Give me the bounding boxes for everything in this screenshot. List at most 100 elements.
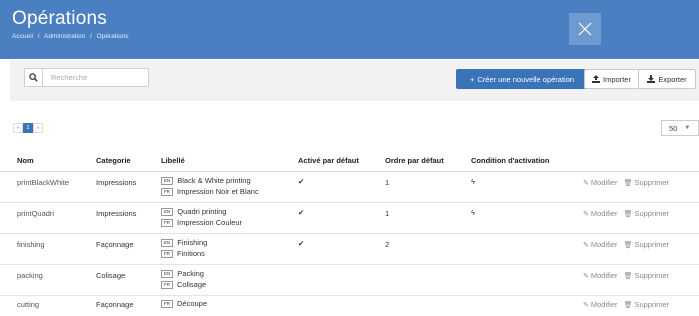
- delete-button[interactable]: 🗑 Supprimer: [624, 271, 670, 280]
- pagination-prev[interactable]: «: [13, 123, 23, 133]
- page-size-select[interactable]: 50 ▼: [661, 120, 699, 136]
- edit-label: Modifier: [590, 240, 618, 249]
- breadcrumb-current: Opérations: [96, 33, 129, 40]
- lang-badge-fr: FR: [161, 280, 173, 289]
- cell-category: Façonnage: [96, 300, 134, 309]
- label-fr: Impression Couleur: [177, 218, 243, 227]
- check-icon: ✔: [298, 208, 305, 217]
- cell-label: FR Découpe: [161, 299, 207, 310]
- lang-badge-fr: FR: [161, 299, 173, 308]
- column-header-label[interactable]: Libellé: [161, 156, 185, 165]
- search-icon[interactable]: [25, 69, 43, 86]
- export-button[interactable]: Exporter: [638, 69, 696, 89]
- create-operation-button[interactable]: + Créer une nouvelle opération: [456, 69, 588, 89]
- check-icon: ✔: [298, 239, 305, 248]
- pagination-next[interactable]: »: [33, 123, 43, 133]
- cell-label: EN Finishing FR Finitions: [161, 238, 207, 260]
- cell-order: 1: [385, 178, 390, 187]
- trash-icon: 🗑: [623, 242, 633, 249]
- cell-name: finishing: [17, 240, 45, 249]
- column-header-condition[interactable]: Condition d'activation: [471, 156, 549, 165]
- pencil-icon: ✎: [583, 242, 589, 249]
- delete-label: Supprimer: [634, 240, 670, 249]
- delete-button[interactable]: 🗑 Supprimer: [624, 300, 670, 309]
- edit-button[interactable]: ✎ Modifier: [583, 271, 618, 280]
- delete-button[interactable]: 🗑 Supprimer: [624, 209, 670, 218]
- lang-badge-fr: FR: [161, 187, 173, 196]
- lang-badge-en: EN: [161, 269, 174, 278]
- breadcrumb-admin[interactable]: Administration: [44, 33, 85, 40]
- upload-icon: [592, 75, 601, 83]
- import-label: Importer: [603, 74, 631, 84]
- cell-label: EN Black & White printing FR Impression No…: [161, 176, 259, 198]
- import-button[interactable]: Importer: [584, 69, 639, 89]
- delete-label: Supprimer: [634, 300, 670, 309]
- row-actions: ✎ Modifier 🗑 Supprimer: [583, 209, 669, 218]
- edit-button[interactable]: ✎ Modifier: [583, 240, 618, 249]
- close-icon: [578, 22, 592, 36]
- label-fr: Finitions: [177, 249, 205, 258]
- pagination-page[interactable]: 1: [23, 123, 33, 133]
- cell-order: 1: [385, 209, 390, 218]
- label-fr: Impression Noir et Blanc: [177, 187, 259, 196]
- delete-button[interactable]: 🗑 Supprimer: [624, 178, 670, 187]
- table-row: cutting Façonnage FR Découpe ✎ Modifier 🗑 S…: [0, 296, 699, 316]
- column-header-category[interactable]: Categorie: [96, 156, 131, 165]
- delete-button[interactable]: 🗑 Supprimer: [624, 240, 670, 249]
- lang-badge-en: EN: [161, 176, 174, 185]
- lang-badge-en: EN: [161, 207, 174, 216]
- breadcrumb-home[interactable]: Accueil: [12, 33, 33, 40]
- table-row: printBlackWhite Impressions EN Black & Wh…: [0, 172, 699, 203]
- search-input[interactable]: Recherche: [51, 73, 87, 82]
- bolt-icon: ϟ: [471, 177, 475, 186]
- breadcrumb: Accueil / Administration / Opérations: [12, 33, 131, 40]
- edit-button[interactable]: ✎ Modifier: [583, 209, 618, 218]
- delete-label: Supprimer: [634, 271, 670, 280]
- table-row: printQuadri Impressions EN Quadri printin…: [0, 203, 699, 234]
- operations-table: Nom Categorie Libellé Activé par défaut …: [0, 150, 699, 316]
- column-header-name[interactable]: Nom: [17, 156, 34, 165]
- column-header-active[interactable]: Activé par défaut: [298, 156, 359, 165]
- cell-category: Impressions: [96, 209, 137, 218]
- row-actions: ✎ Modifier 🗑 Supprimer: [583, 300, 669, 309]
- label-en: Finishing: [177, 238, 208, 247]
- delete-label: Supprimer: [634, 178, 670, 187]
- close-button[interactable]: [569, 13, 601, 45]
- label-fr: Découpe: [177, 299, 208, 308]
- edit-label: Modifier: [590, 178, 618, 187]
- export-label: Exporter: [658, 74, 687, 84]
- delete-label: Supprimer: [634, 209, 670, 218]
- trash-icon: 🗑: [623, 302, 633, 309]
- lang-badge-fr: FR: [161, 218, 173, 227]
- create-operation-label: Créer une nouvelle opération: [477, 74, 575, 84]
- table-row: finishing Façonnage EN Finishing FR Finiti…: [0, 234, 699, 265]
- label-fr: Colisage: [177, 280, 207, 289]
- download-icon: [647, 75, 656, 83]
- edit-button[interactable]: ✎ Modifier: [583, 300, 618, 309]
- plus-icon: +: [469, 74, 475, 84]
- row-actions: ✎ Modifier 🗑 Supprimer: [583, 178, 669, 187]
- cell-label: EN Quadri printing FR Impression Couleur: [161, 207, 242, 229]
- pencil-icon: ✎: [583, 273, 589, 280]
- cell-label: EN Packing FR Colisage: [161, 269, 206, 291]
- trash-icon: 🗑: [623, 273, 633, 280]
- lang-badge-fr: FR: [161, 249, 173, 258]
- edit-label: Modifier: [590, 300, 618, 309]
- edit-label: Modifier: [590, 271, 618, 280]
- row-actions: ✎ Modifier 🗑 Supprimer: [583, 271, 669, 280]
- cell-category: Impressions: [96, 178, 137, 187]
- column-header-order[interactable]: Ordre par défaut: [385, 156, 444, 165]
- lang-badge-en: EN: [161, 238, 174, 247]
- edit-button[interactable]: ✎ Modifier: [583, 178, 618, 187]
- breadcrumb-separator: /: [90, 33, 92, 40]
- row-actions: ✎ Modifier 🗑 Supprimer: [583, 240, 669, 249]
- edit-label: Modifier: [590, 209, 618, 218]
- check-icon: ✔: [298, 177, 305, 186]
- search-box[interactable]: Recherche: [24, 68, 149, 87]
- bolt-icon: ϟ: [471, 208, 475, 217]
- page-size-value: 50: [669, 123, 678, 133]
- pagination: « 1 »: [13, 123, 43, 133]
- cell-category: Colisage: [96, 271, 126, 280]
- table-row: packing Colisage EN Packing FR Colisage ✎ M…: [0, 265, 699, 296]
- cell-name: cutting: [17, 300, 40, 309]
